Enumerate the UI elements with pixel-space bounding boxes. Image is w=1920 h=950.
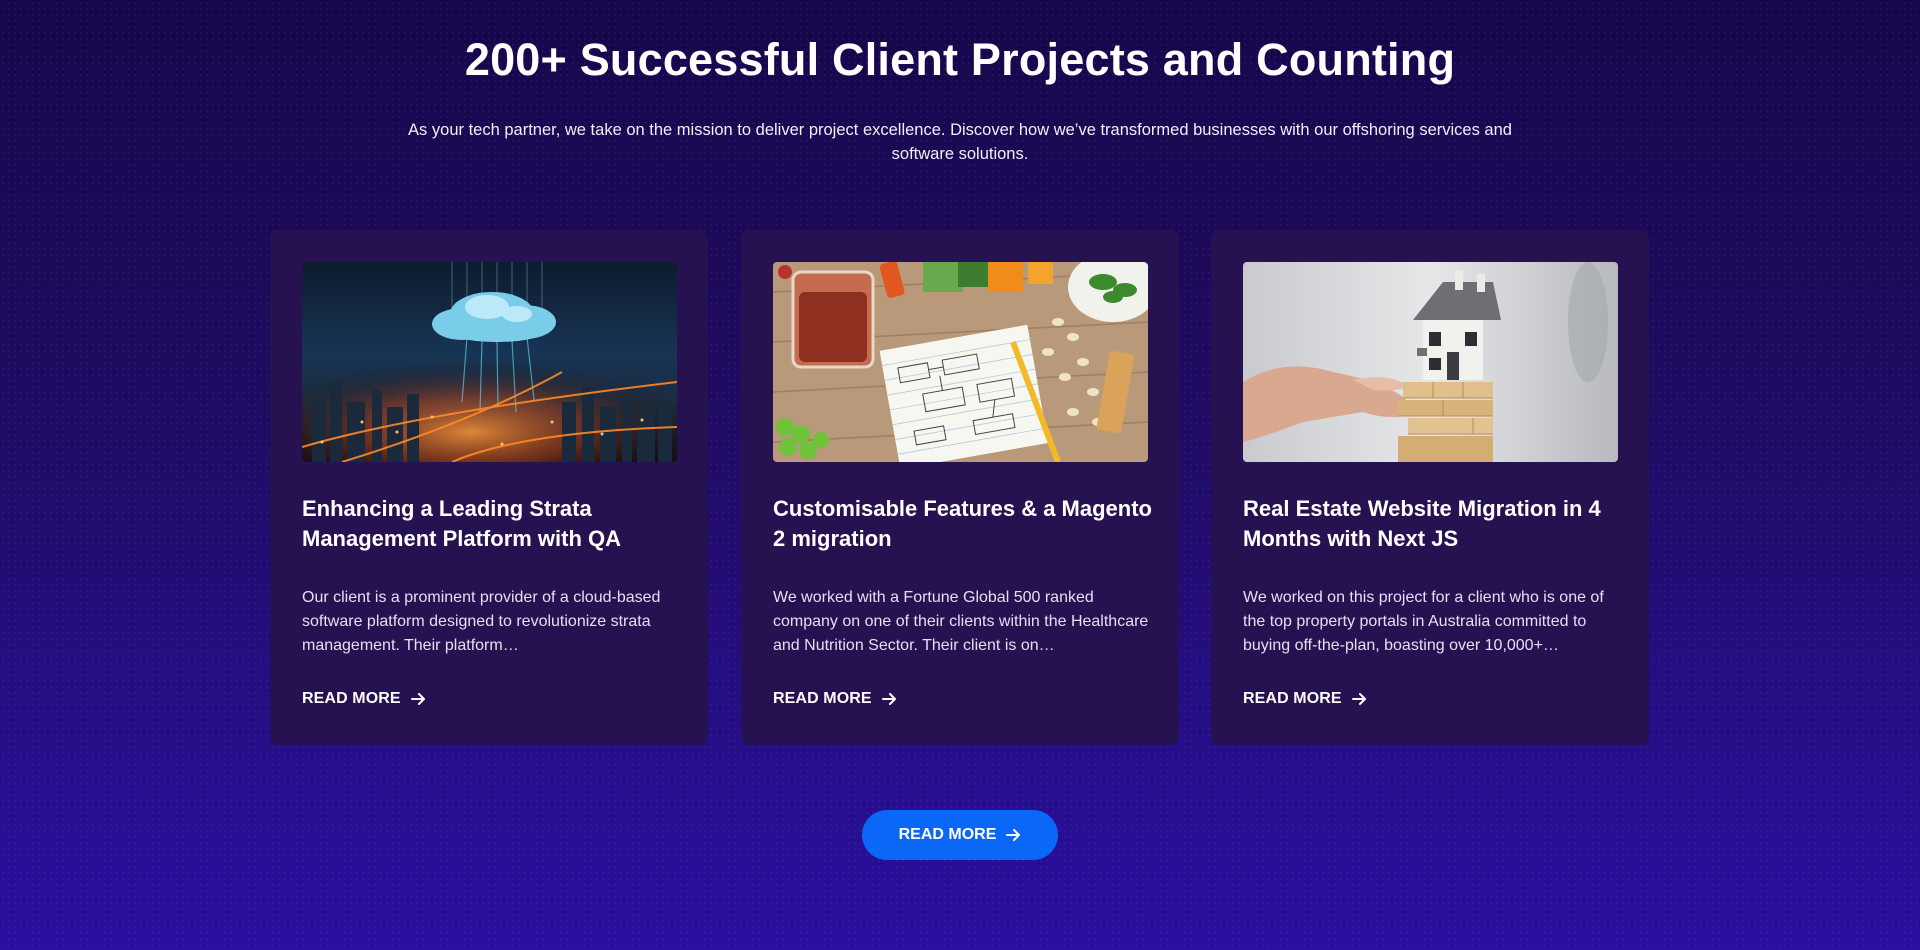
card-read-more-label: READ MORE <box>1243 690 1342 707</box>
card-read-more-link[interactable]: READ MORE <box>773 690 897 708</box>
card-title[interactable]: Enhancing a Leading Strata Management Pl… <box>302 494 682 554</box>
read-more-button[interactable]: READ MORE <box>862 810 1058 860</box>
arrow-right-icon <box>881 693 897 705</box>
card-description: Our client is a prominent provider of a … <box>302 589 661 654</box>
case-study-card[interactable]: Real Estate Website Migration in 4 Month… <box>1211 230 1649 745</box>
card-read-more-label: READ MORE <box>773 690 872 707</box>
card-description: We worked on this project for a client w… <box>1243 589 1604 654</box>
cloud-city-image[interactable] <box>302 262 677 462</box>
house-blocks-image[interactable] <box>1243 262 1618 462</box>
case-study-card[interactable]: Enhancing a Leading Strata Management Pl… <box>270 230 708 745</box>
card-description: We worked with a Fortune Global 500 rank… <box>773 589 1149 654</box>
arrow-right-icon <box>1351 693 1367 705</box>
case-studies-section: 200+ Successful Client Projects and Coun… <box>0 0 1920 950</box>
case-study-cards: Enhancing a Leading Strata Management Pl… <box>270 230 1650 745</box>
card-read-more-link[interactable]: READ MORE <box>302 690 426 708</box>
section-title: 200+ Successful Client Projects and Coun… <box>464 34 1456 85</box>
arrow-right-icon <box>1006 829 1021 841</box>
arrow-right-icon <box>410 693 426 705</box>
case-study-card[interactable]: Customisable Features & a Magento 2 migr… <box>741 230 1179 745</box>
card-title[interactable]: Customisable Features & a Magento 2 migr… <box>773 494 1153 554</box>
food-notes-image[interactable] <box>773 262 1148 462</box>
section-subtitle: As your tech partner, we take on the mis… <box>408 121 1512 163</box>
card-read-more-link[interactable]: READ MORE <box>1243 690 1367 708</box>
card-read-more-label: READ MORE <box>302 690 401 707</box>
card-title[interactable]: Real Estate Website Migration in 4 Month… <box>1243 494 1623 554</box>
read-more-button-label: READ MORE <box>898 826 997 843</box>
